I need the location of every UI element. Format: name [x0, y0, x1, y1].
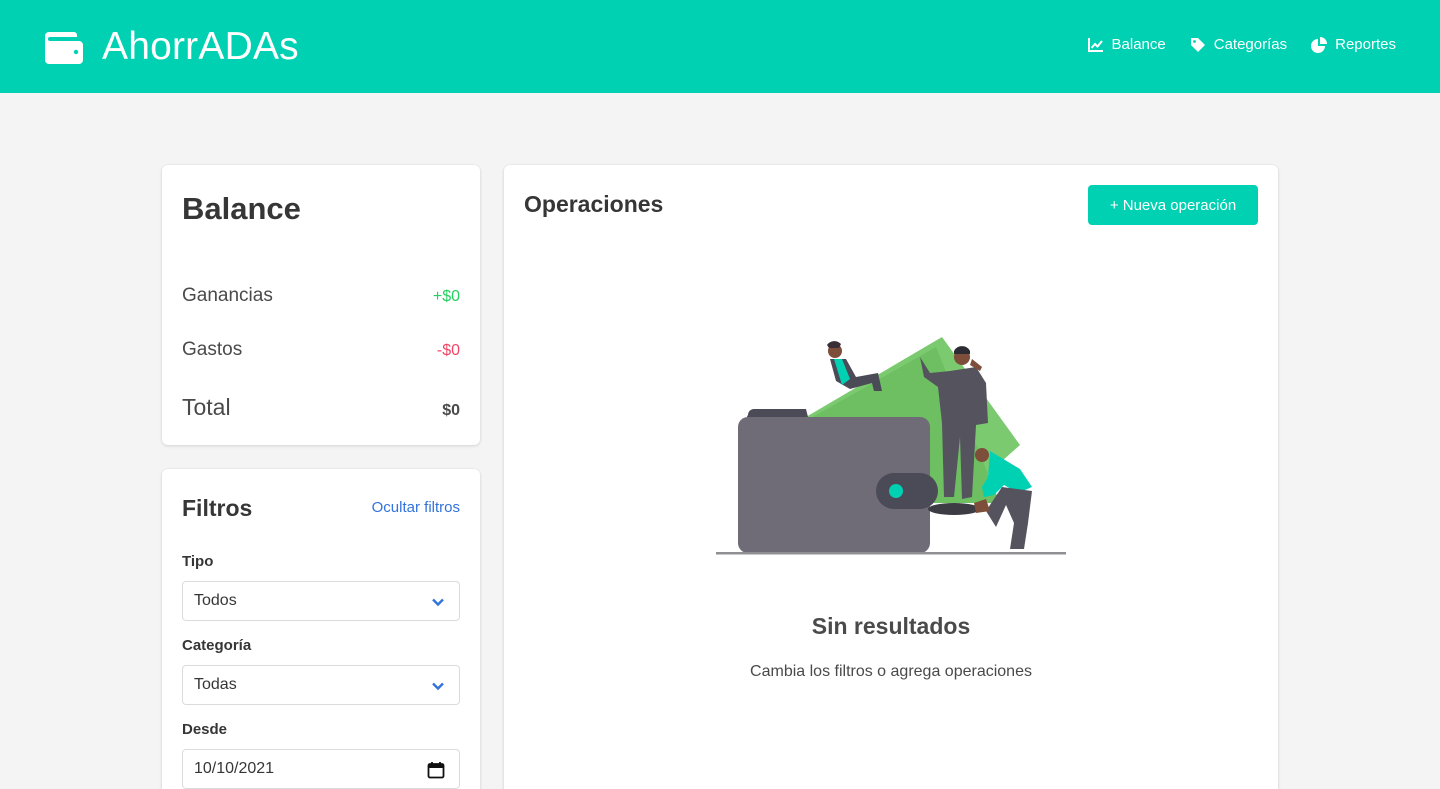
- nav-balance-label: Balance: [1111, 36, 1166, 53]
- operations-card: Operaciones + Nueva operación Sin result…: [504, 165, 1278, 789]
- nav-reportes[interactable]: Reportes: [1311, 36, 1396, 53]
- balance-row-gastos: Gastos -$0: [182, 339, 460, 361]
- empty-title: Sin resultados: [811, 613, 971, 639]
- categoria-select-value: Todas: [194, 676, 237, 693]
- empty-subtitle: Cambia los filtros o agrega operaciones: [750, 663, 1032, 680]
- nav-reportes-label: Reportes: [1335, 36, 1396, 53]
- nav-balance[interactable]: Balance: [1087, 36, 1166, 53]
- total-label: Total: [182, 394, 231, 420]
- total-value: $0: [442, 402, 460, 419]
- nav-categorias[interactable]: Categorías: [1190, 36, 1287, 53]
- gastos-value: -$0: [436, 342, 460, 359]
- tipo-select-value: Todos: [194, 592, 237, 609]
- desde-label: Desde: [182, 721, 228, 738]
- navbar: AhorrADAs Balance Categorías Reportes: [0, 0, 1440, 93]
- desde-date-value: 10/10/2021: [194, 760, 275, 777]
- categoria-label: Categoría: [182, 637, 252, 654]
- balance-row-ganancias: Ganancias +$0: [182, 285, 460, 307]
- tag-icon: [1190, 37, 1205, 52]
- chart-line-icon: [1087, 37, 1103, 52]
- filters-title: Filtros: [182, 495, 253, 521]
- new-operation-button[interactable]: + Nueva operación: [1088, 185, 1258, 225]
- app-title: AhorrADAs: [102, 25, 299, 68]
- operations-title: Operaciones: [524, 191, 664, 217]
- tipo-label: Tipo: [182, 553, 214, 570]
- desde-date-input[interactable]: 10/10/2021: [182, 749, 460, 789]
- categoria-select[interactable]: Todas: [182, 665, 460, 705]
- wallet-icon: [45, 32, 83, 64]
- ganancias-label: Ganancias: [182, 285, 273, 306]
- gastos-label: Gastos: [182, 339, 243, 360]
- empty-wallet-illustration: [716, 337, 1066, 555]
- ganancias-value: +$0: [432, 288, 460, 305]
- chevron-down-icon: [432, 598, 444, 607]
- filters-card: Filtros Ocultar filtros Tipo Todos Categ…: [162, 469, 480, 789]
- pie-chart-icon: [1311, 36, 1328, 53]
- hide-filters-link[interactable]: Ocultar filtros: [372, 499, 460, 516]
- balance-card: Balance Ganancias +$0 Gastos -$0 Total $…: [162, 165, 480, 445]
- tipo-select[interactable]: Todos: [182, 581, 460, 621]
- balance-row-total: Total $0: [182, 394, 460, 421]
- nav-links: Balance Categorías Reportes: [1064, 36, 1396, 53]
- brand[interactable]: AhorrADAs: [44, 24, 299, 70]
- nav-categorias-label: Categorías: [1213, 36, 1288, 53]
- balance-title: Balance: [182, 191, 301, 226]
- chevron-down-icon: [432, 682, 444, 691]
- calendar-icon[interactable]: [427, 761, 445, 779]
